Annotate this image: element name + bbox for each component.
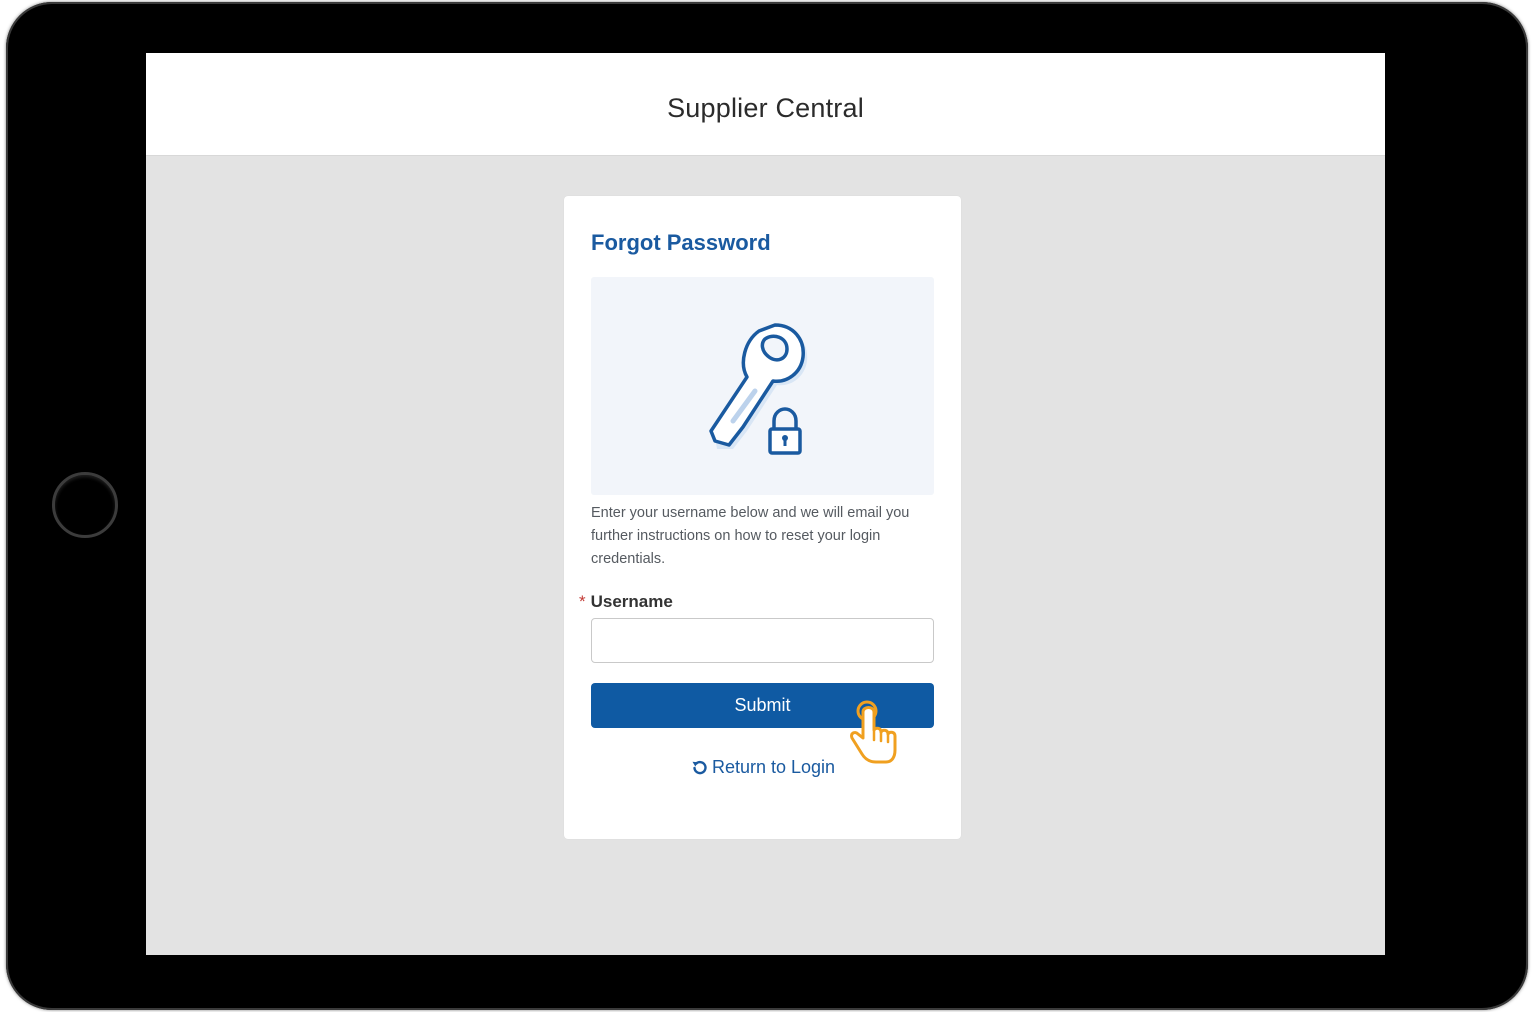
site-header: Supplier Central [146, 53, 1385, 156]
screen: Supplier Central Forgot Password Enter y… [146, 53, 1385, 955]
forgot-password-card: Forgot Password Enter your username belo… [564, 196, 961, 839]
instructions-text: Enter your username below and we will em… [591, 505, 910, 567]
return-to-login-link[interactable]: Return to Login [564, 757, 961, 778]
username-input[interactable] [591, 618, 934, 663]
required-marker: * [579, 592, 586, 611]
key-lock-icon [709, 323, 808, 455]
username-label-text: Username [590, 592, 673, 611]
home-button[interactable] [52, 472, 118, 538]
return-to-login-label: Return to Login [711, 757, 836, 777]
card-title: Forgot Password [591, 230, 771, 255]
username-label: * Username [579, 592, 673, 612]
hand-pointer-icon [850, 700, 897, 764]
illustration-panel [591, 277, 934, 495]
site-title: Supplier Central [667, 92, 864, 123]
undo-icon [692, 760, 707, 774]
